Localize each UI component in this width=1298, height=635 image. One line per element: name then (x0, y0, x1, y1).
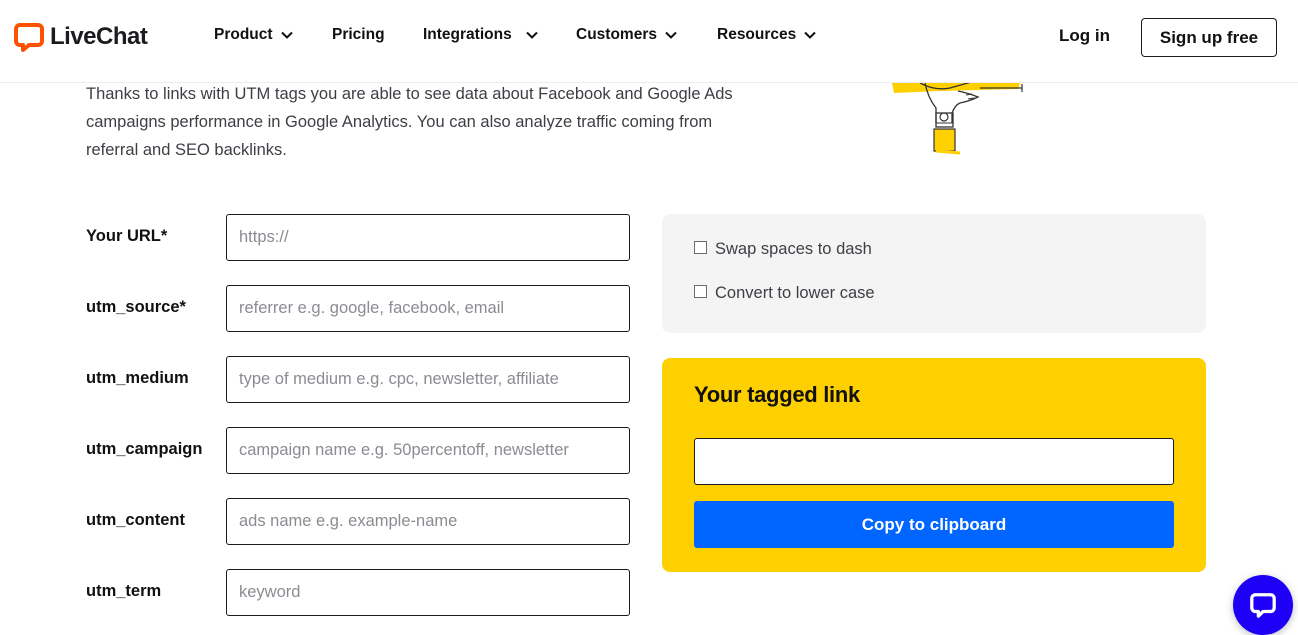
form-row-utm-content: utm_content (86, 498, 630, 545)
nav-item-label: Product (214, 26, 273, 43)
nav-item-label: Pricing (332, 26, 385, 43)
lowercase-label: Convert to lower case (715, 284, 875, 302)
chevron-down-icon (665, 31, 677, 39)
nav-item-product[interactable]: Product (214, 26, 293, 44)
utm-medium-input[interactable] (226, 356, 630, 403)
swap-spaces-label: Swap spaces to dash (715, 240, 872, 258)
signup-button[interactable]: Sign up free (1141, 18, 1277, 57)
form-row-utm-medium: utm_medium (86, 356, 630, 403)
utm-term-input[interactable] (226, 569, 630, 616)
utm-campaign-label: utm_campaign (86, 440, 203, 458)
utm-source-input[interactable] (226, 285, 630, 332)
hand-illustration (880, 80, 1040, 158)
form-row-utm-term: utm_term (86, 569, 630, 616)
lowercase-checkbox[interactable] (694, 285, 707, 298)
utm-medium-label: utm_medium (86, 369, 189, 387)
copy-to-clipboard-button[interactable]: Copy to clipboard (694, 501, 1174, 548)
utm-source-label: utm_source* (86, 298, 186, 316)
nav-item-label: Resources (717, 26, 797, 43)
tagged-link-output[interactable] (694, 438, 1174, 485)
form-row-url: Your URL* (86, 214, 630, 261)
site-header: LiveChat Product Pricing Integrations Cu… (0, 0, 1298, 83)
nav-item-label: Customers (576, 26, 657, 43)
livechat-logo[interactable]: LiveChat (14, 22, 148, 52)
url-input[interactable] (226, 214, 630, 261)
chat-bubble-icon (14, 23, 44, 52)
chat-bubble-icon (1250, 593, 1276, 618)
tagged-link-panel: Your tagged link Copy to clipboard (662, 358, 1206, 572)
chat-widget-button[interactable] (1233, 575, 1293, 635)
utm-content-label: utm_content (86, 511, 185, 529)
intro-text: Thanks to links with UTM tags you are ab… (86, 85, 733, 159)
utm-term-label: utm_term (86, 582, 162, 600)
swap-spaces-option[interactable]: Swap spaces to dash (694, 240, 872, 259)
swap-spaces-checkbox[interactable] (694, 241, 707, 254)
nav-item-pricing[interactable]: Pricing (332, 26, 385, 44)
utm-campaign-input[interactable] (226, 427, 630, 474)
utm-content-input[interactable] (226, 498, 630, 545)
chevron-down-icon (804, 31, 816, 39)
url-label: Your URL* (86, 227, 168, 245)
brand-name: LiveChat (50, 23, 148, 50)
chevron-down-icon (525, 31, 538, 39)
form-row-utm-source: utm_source* (86, 285, 630, 332)
form-row-utm-campaign: utm_campaign (86, 427, 630, 474)
nav-item-integrations[interactable]: Integrations (423, 26, 538, 44)
options-panel: Swap spaces to dash Convert to lower cas… (662, 214, 1206, 333)
lowercase-option[interactable]: Convert to lower case (694, 284, 875, 303)
login-link[interactable]: Log in (1059, 26, 1110, 46)
nav-item-resources[interactable]: Resources (717, 26, 816, 44)
tagged-link-title: Your tagged link (694, 382, 860, 407)
hand-holding-icon (892, 80, 1023, 155)
nav-item-label: Integrations (423, 26, 512, 43)
chevron-down-icon (280, 31, 293, 39)
nav-item-customers[interactable]: Customers (576, 26, 677, 44)
